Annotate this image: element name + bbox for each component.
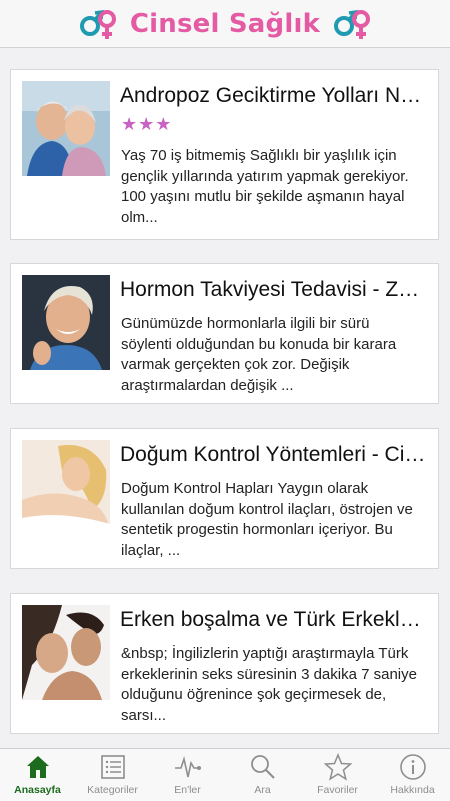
tab-label: Ara [254,784,271,796]
home-icon [26,756,49,778]
app-title: Cinsel Sağlık [129,8,321,39]
tab-label: Favoriler [317,784,358,796]
article-card[interactable]: Andropoz Geciktirme Yolları Nele... ★★★ … [10,69,439,240]
article-title[interactable]: Andropoz Geciktirme Yolları Nele... [120,84,430,108]
article-description: Yaş 70 iş bitmemiş Sağlıklı bir yaşlılık… [121,147,409,226]
article-description: Günümüzde hormonlarla ilgili bir sürü sö… [121,315,397,394]
tab-enler[interactable]: En'ler [150,749,225,801]
article-description: Doğum Kontrol Hapları Yaygın olarak kull… [121,480,413,559]
tab-anasayfa[interactable]: Anasayfa [0,749,75,801]
tab-label: Hakkında [390,784,435,796]
article-thumbnail [22,605,110,700]
article-title[interactable]: Erken boşalma ve Türk Erkekleri - E [120,608,430,632]
article-description: &nbsp; İngilizlerin yaptığı araştırmayla… [121,645,417,724]
tab-ara[interactable]: Ara [225,749,300,801]
article-thumbnail [22,81,110,176]
rating-stars: ★★★ [121,114,173,135]
tab-kategoriler[interactable]: Kategoriler [75,749,150,801]
list-icon [100,755,125,779]
article-title[interactable]: Hormon Takviyesi Tedavisi - Zor ... [120,278,430,302]
article-card[interactable]: Hormon Takviyesi Tedavisi - Zor ... Günü… [10,263,439,404]
article-thumbnail [22,440,110,535]
article-feed[interactable]: Andropoz Geciktirme Yolları Nele... ★★★ … [0,48,450,748]
pulse-icon [174,756,201,778]
article-title[interactable]: Doğum Kontrol Yöntemleri - Cins... [120,443,430,467]
search-icon [250,755,275,779]
tab-hakkinda[interactable]: Hakkında [375,749,450,801]
app-header: Cinsel Sağlık [0,0,450,48]
tab-label: Anasayfa [14,784,61,796]
article-thumbnail [22,275,110,370]
article-card[interactable]: Doğum Kontrol Yöntemleri - Cins... Doğum… [10,428,439,569]
info-icon [399,754,426,780]
gender-symbols-icon [79,9,116,39]
tab-label: En'ler [174,784,201,796]
gender-symbols-icon [334,9,371,39]
tab-favoriler[interactable]: Favoriler [300,749,375,801]
app-logo: Cinsel Sağlık [78,6,372,42]
star-icon [323,753,352,781]
tab-label: Kategoriler [87,784,138,796]
bottom-tab-bar: Anasayfa Kategoriler En'ler Ara Favorile… [0,748,450,801]
article-card[interactable]: Erken boşalma ve Türk Erkekleri - E &nbs… [10,593,439,734]
